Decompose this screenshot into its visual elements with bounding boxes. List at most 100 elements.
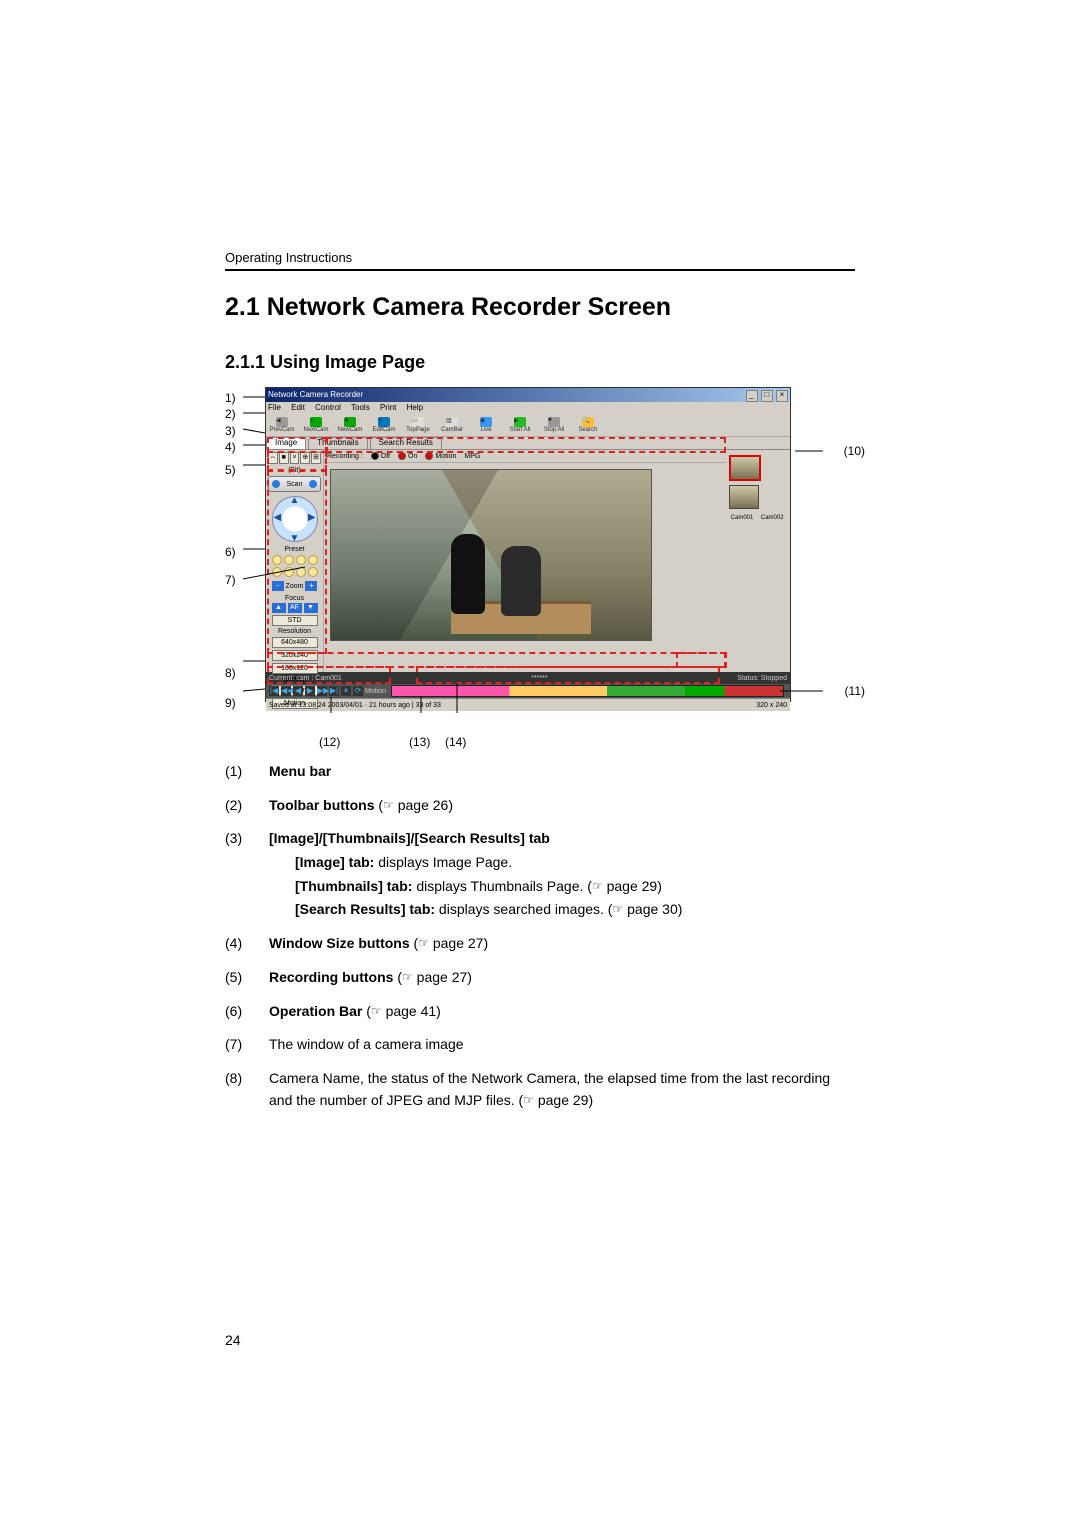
play-button[interactable]: ▶ — [305, 686, 315, 696]
res-320[interactable]: 320x240 — [272, 650, 318, 661]
skip-end-button[interactable]: ▶| — [329, 686, 339, 696]
preset-2[interactable] — [284, 555, 294, 565]
callout-2: 2) — [225, 407, 236, 421]
menu-file[interactable]: File — [268, 403, 281, 412]
winsize-fit-label: (Fit) — [268, 467, 321, 474]
tab-search[interactable]: Search Results — [370, 437, 442, 449]
preset-3[interactable] — [296, 555, 306, 565]
preset-7[interactable] — [296, 567, 306, 577]
focus-auto-button[interactable]: AF — [288, 603, 302, 613]
ptz-right-icon[interactable]: ▶ — [308, 512, 316, 523]
thumb-cam001-icon[interactable] — [729, 455, 761, 481]
focus-near-button[interactable]: ▲ — [272, 603, 286, 613]
tabs-row: Image Thumbnails Search Results — [266, 437, 790, 450]
ptz-left-icon[interactable]: ◀ — [274, 512, 282, 523]
std-button[interactable]: STD — [272, 615, 318, 626]
playback-row: |◀ ◀◀ ◀ ▶ ▶▶ ▶| ⏸ ⟳ Motion — [266, 684, 790, 698]
callout-11: (11) — [845, 684, 865, 698]
ptz-down-icon[interactable]: ▼ — [290, 533, 300, 544]
preset-1[interactable] — [272, 555, 282, 565]
menu-tools[interactable]: Tools — [351, 403, 370, 412]
callout-13: (13) — [409, 735, 430, 749]
callouts-left: 1) 2) 3) 4) 5) 6) 7) 8) 9) — [225, 391, 236, 711]
ptz-up-icon[interactable]: ▲ — [290, 495, 300, 506]
timeline[interactable] — [391, 685, 784, 697]
pause-button[interactable]: ⏸ — [341, 686, 351, 696]
zoom-out-button[interactable]: - — [272, 581, 284, 591]
on-label[interactable]: On — [408, 453, 417, 460]
winsize-5[interactable]: ⊞ — [311, 452, 321, 464]
legend-3-sub2-text: displays Thumbnails Page. ( — [412, 878, 592, 894]
off-label[interactable]: Off — [381, 453, 390, 460]
toolbar-nextcam[interactable]: ▶NextCam — [302, 417, 330, 433]
toolbar-search[interactable]: 🔍Search — [574, 417, 602, 433]
preset-8[interactable] — [308, 567, 318, 577]
skip-start-button[interactable]: |◀ — [269, 686, 279, 696]
app-window: Network Camera Recorder _ □ × File Edit … — [265, 387, 791, 702]
callout-14: (14) — [445, 735, 466, 749]
legend-2-page: page 26) — [394, 797, 453, 813]
tab-thumbnails[interactable]: Thumbnails — [308, 437, 367, 449]
preset-4[interactable] — [308, 555, 318, 565]
callout-5: 5) — [225, 463, 236, 477]
legend-5-num: (5) — [225, 967, 269, 989]
menu-edit[interactable]: Edit — [291, 403, 305, 412]
callout-7: 7) — [225, 573, 236, 587]
see-icon: ☞ — [371, 1002, 382, 1021]
legend-1: (1) Menu bar — [225, 761, 855, 783]
step-back-button[interactable]: ◀ — [293, 686, 303, 696]
maximize-button[interactable]: □ — [761, 390, 773, 402]
toolbar-newcam[interactable]: ✚NewCam — [336, 417, 364, 433]
legend-8-page: page 29) — [534, 1092, 593, 1108]
tab-image[interactable]: Image — [266, 437, 306, 449]
menu-help[interactable]: Help — [407, 403, 423, 412]
thumb-cam002-icon[interactable] — [729, 485, 759, 509]
toolbar-cambar[interactable]: ▥CamBar — [438, 417, 466, 433]
motion-rec-label[interactable]: Motion — [435, 453, 456, 460]
winsize-1[interactable]: ⇔ — [268, 452, 278, 464]
window-size-buttons: ⇔ ■ × ⊕ ⊞ — [268, 452, 321, 464]
close-button[interactable]: × — [776, 390, 788, 402]
zoom-in-button[interactable]: + — [305, 581, 317, 591]
mpg-label[interactable]: MPG — [464, 453, 480, 460]
record-start-icon[interactable] — [272, 480, 280, 488]
menu-print[interactable]: Print — [380, 403, 396, 412]
toolbar-startall[interactable]: ▶Start All — [506, 417, 534, 433]
bottom-status-bar: Saved at 13:08:24 2003/04/01 · 21 hours … — [266, 698, 790, 711]
winsize-2[interactable]: ■ — [279, 452, 289, 464]
legend-4: (4) Window Size buttons (☞ page 27) — [225, 933, 855, 955]
legend-4-page: page 27) — [429, 935, 488, 951]
minimize-button[interactable]: _ — [746, 390, 758, 402]
off-icon — [371, 452, 379, 460]
toolbar-editcam[interactable]: ✎EditCam — [370, 417, 398, 433]
callout-12: (12) — [319, 735, 340, 749]
callout-9: 9) — [225, 696, 236, 710]
toolbar-toppage[interactable]: ▭TopPage — [404, 417, 432, 433]
toolbar-prevcam[interactable]: ◀PrevCam — [268, 417, 296, 433]
scene-person-2 — [501, 546, 541, 616]
winsize-4[interactable]: ⊕ — [300, 452, 310, 464]
toolbar-live[interactable]: ◉Live — [472, 417, 500, 433]
record-stop-icon[interactable] — [309, 480, 317, 488]
status-line: Current: cam : Cam001 ****** Status: Sto… — [266, 672, 790, 684]
legend-3-num: (3) — [225, 828, 269, 921]
res-160[interactable]: 160x120 — [272, 663, 318, 674]
menu-control[interactable]: Control — [315, 403, 341, 412]
preset-6[interactable] — [284, 567, 294, 577]
rewind-button[interactable]: ◀◀ — [281, 686, 291, 696]
preset-row-2 — [268, 567, 321, 577]
title-bar: Network Camera Recorder _ □ × — [266, 388, 790, 402]
callout-4: 4) — [225, 440, 236, 454]
preset-5[interactable] — [272, 567, 282, 577]
focus-far-button[interactable]: ▼ — [304, 603, 318, 613]
scene-person-1 — [451, 534, 485, 614]
toolbar-stopall[interactable]: ■Stop All — [540, 417, 568, 433]
see-icon: ☞ — [612, 900, 623, 919]
running-header: Operating Instructions — [225, 250, 855, 271]
step-fwd-button[interactable]: ▶▶ — [317, 686, 327, 696]
scan-label: Scan — [287, 481, 303, 488]
ptz-wheel[interactable]: ▲ ▼ ◀ ▶ — [272, 496, 318, 542]
winsize-3[interactable]: × — [290, 452, 300, 464]
res-640[interactable]: 640x480 — [272, 637, 318, 648]
loop-button[interactable]: ⟳ — [353, 686, 363, 696]
